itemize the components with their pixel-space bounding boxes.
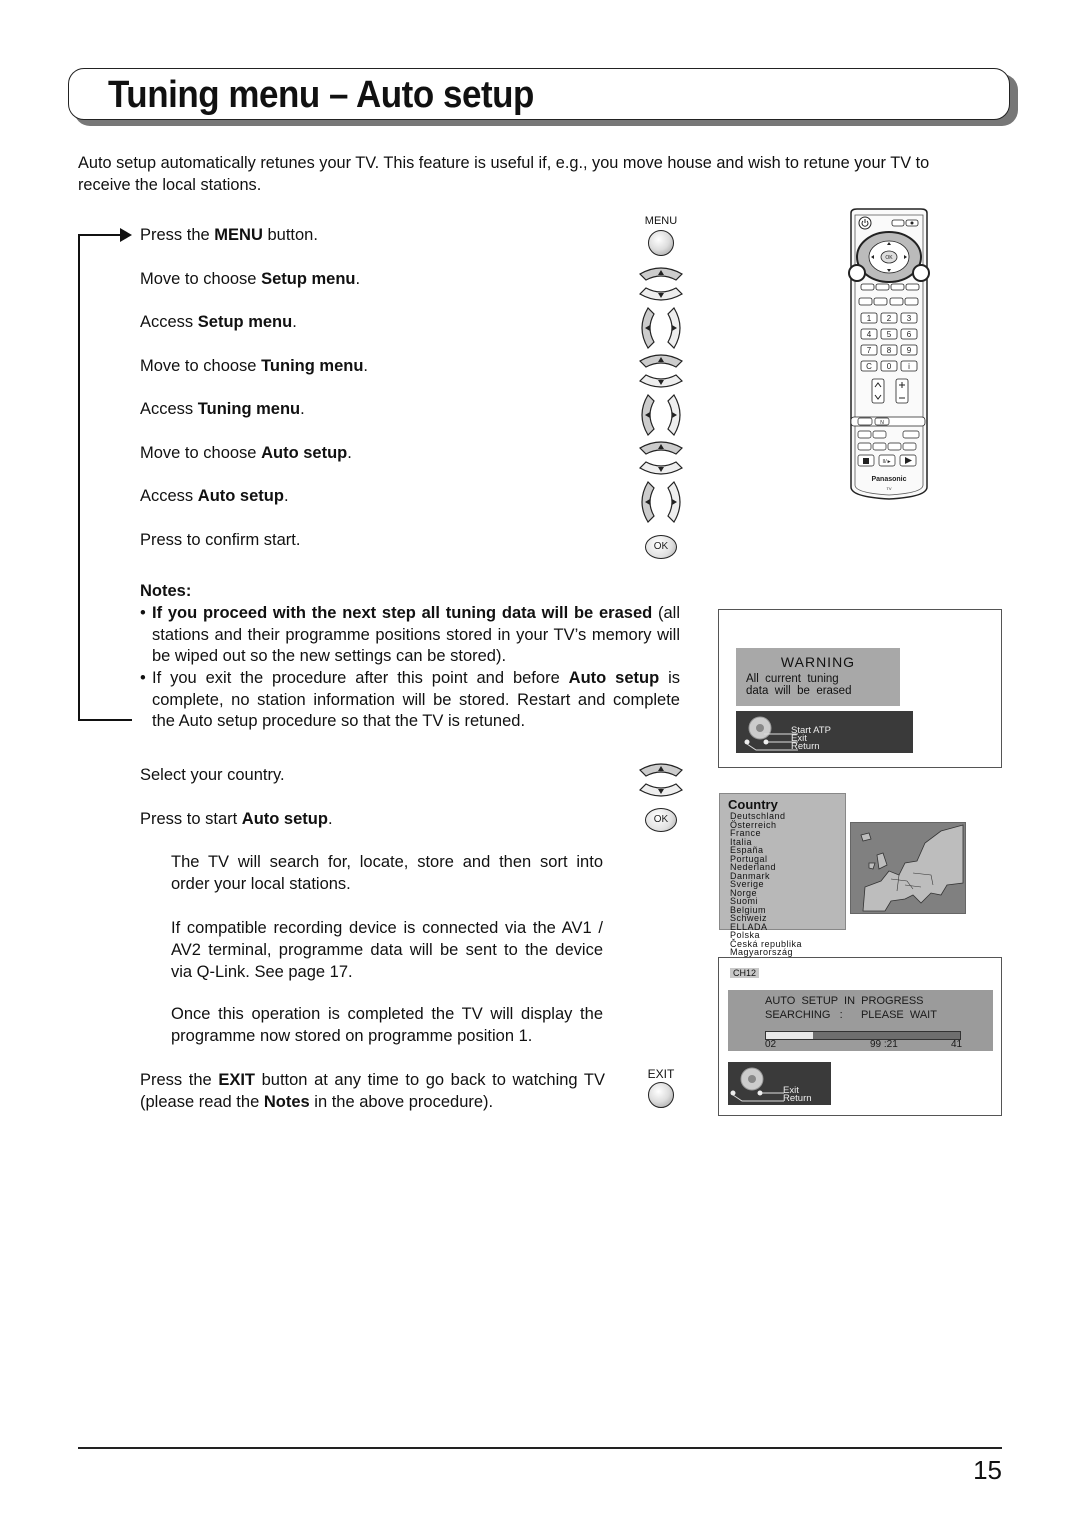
step-8: Press to confirm start.	[140, 531, 301, 549]
progress-start-label: 02	[765, 1039, 777, 1050]
warning-title: WARNING	[780, 654, 856, 670]
warning-line-2: data will be erased	[746, 685, 852, 697]
remote-key-label: 8	[887, 346, 892, 355]
nav-pad-icon	[730, 1067, 784, 1102]
progress-bar-fill	[766, 1032, 813, 1039]
europe-map	[850, 822, 966, 914]
remote-key-label: C	[866, 362, 872, 371]
step-7: Access Auto setup.	[140, 487, 289, 505]
step-4: Move to choose Tuning menu.	[140, 357, 369, 375]
step-1: Press the MENU button.	[140, 226, 318, 244]
remote-n-label: N	[880, 420, 884, 426]
flow-arrow-icon	[120, 228, 132, 242]
flow-bracket-top	[78, 234, 122, 236]
step-6: Move to choose Auto setup.	[140, 444, 352, 462]
intro-paragraph: Auto setup automatically retunes your TV…	[78, 153, 930, 194]
note-1: • If you proceed with the next step all …	[140, 604, 680, 665]
remote-ok-label: OK	[885, 255, 893, 261]
step-3: Access Setup menu.	[140, 313, 297, 331]
menu-button-icon	[648, 230, 674, 256]
footer-rule	[78, 1447, 1002, 1449]
remote-key-label: 4	[867, 330, 872, 339]
progress-line-1: AUTO SETUP IN PROGRESS	[765, 995, 924, 1007]
remote-key-label: 2	[887, 314, 892, 323]
progress-time-label: 99 :21	[870, 1039, 898, 1050]
remote-control: OK 1 2 3 4 5 6 7 8 9 C 0 i N II/► Panasonic TV	[847, 207, 931, 502]
paragraph-completion: Once this operation is completed the TV …	[171, 1005, 603, 1045]
remote-key-label: 6	[907, 330, 912, 339]
step-2: Move to choose Setup menu.	[140, 270, 361, 288]
ok-button-icon: OK	[645, 535, 677, 559]
paragraph-qlink: If compatible recording device is connec…	[171, 919, 603, 981]
warning-nav-return: Return	[791, 741, 820, 752]
up-down-arrows-icon	[639, 763, 683, 797]
warning-nav-box: Start ATP Exit Return	[736, 711, 913, 753]
country-panel: Country Deutschland Österreich France Itali…	[719, 793, 846, 965]
channel-badge: CH12	[730, 968, 760, 978]
progress-line-2: SEARCHING : PLEASE WAIT	[765, 1009, 937, 1021]
remote-key-label: 5	[887, 330, 892, 339]
flow-bracket-bottom	[78, 719, 132, 721]
exit-instruction: Press the EXIT button at any time to go …	[140, 1071, 605, 1111]
up-down-arrows-icon	[639, 441, 683, 475]
paragraph-search: The TV will search for, locate, store an…	[171, 853, 603, 893]
up-down-arrows-icon	[639, 267, 683, 301]
progress-nav-return: Return	[783, 1093, 812, 1104]
progress-nav-box: Exit Return	[728, 1062, 831, 1105]
page-title: Tuning menu – Auto setup	[108, 74, 534, 116]
step-start-auto-setup: Press to start Auto setup.	[140, 810, 333, 828]
up-down-arrows-icon	[639, 354, 683, 388]
remote-sub: TV	[886, 486, 891, 491]
remote-key-label: 1	[867, 314, 872, 323]
europe-map-icon	[860, 824, 964, 912]
left-right-arrows-icon	[641, 394, 681, 436]
progress-box: AUTO SETUP IN PROGRESS SEARCHING : PLEAS…	[728, 990, 993, 1051]
flow-bracket-line	[78, 234, 80, 720]
step-5: Access Tuning menu.	[140, 400, 305, 418]
exit-label: EXIT	[647, 1067, 675, 1081]
remote-key-label: 3	[907, 314, 912, 323]
remote-key-label: i	[908, 362, 910, 371]
remote-key-label: 0	[887, 362, 892, 371]
note-2: • If you exit the procedure after this p…	[140, 669, 681, 730]
left-right-arrows-icon	[641, 307, 681, 349]
country-list: Deutschland Österreich France Italia España P…	[720, 812, 845, 965]
exit-button-icon	[648, 1082, 674, 1108]
ok-button-icon: OK	[645, 808, 677, 832]
remote-key-label: 7	[867, 346, 872, 355]
progress-end-label: 41	[951, 1039, 963, 1050]
warning-box: WARNING All current tuning data will be …	[736, 648, 900, 706]
left-right-arrows-icon	[641, 481, 681, 523]
country-title: Country	[728, 797, 778, 812]
notes-title: Notes:	[140, 582, 192, 600]
progress-bar	[765, 1031, 961, 1040]
svg-text:II/►: II/►	[882, 459, 891, 465]
menu-label: MENU	[644, 215, 678, 227]
page-number: 15	[973, 1455, 1002, 1485]
remote-key-label: 9	[907, 346, 912, 355]
remote-brand: Panasonic	[871, 476, 906, 483]
warning-line-1: All current tuning	[746, 673, 839, 685]
step-select-country: Select your country.	[140, 766, 285, 784]
